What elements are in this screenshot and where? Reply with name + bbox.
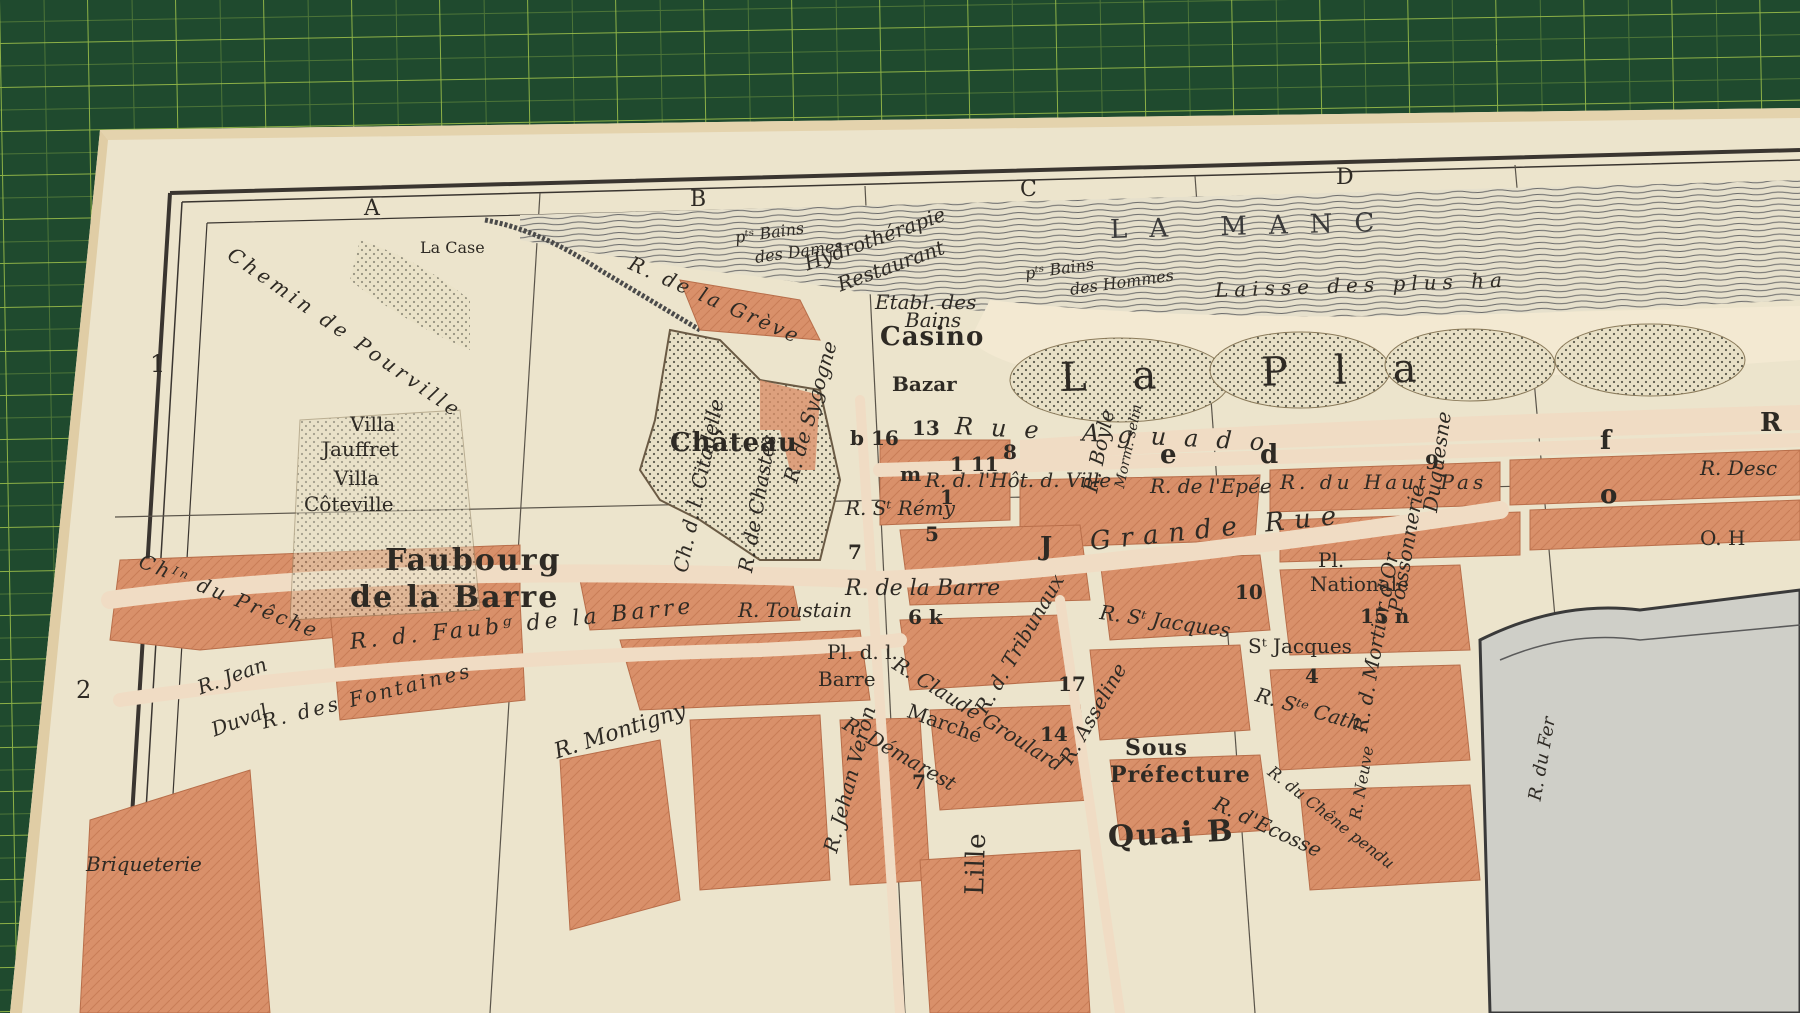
label-sous-prefecture-1: Sous: [1125, 735, 1188, 761]
grid-row-1: 1: [150, 350, 166, 378]
label-r-epee: R. de l'Epée: [1150, 474, 1272, 498]
ref-16: b 16: [850, 426, 899, 450]
label-pl-barre-2: Barre: [818, 667, 876, 691]
harbor-basin: [1478, 588, 1800, 1013]
ref-e: e: [1160, 440, 1178, 470]
ref-r: R: [1760, 408, 1783, 438]
label-bazar: Bazar: [892, 372, 957, 396]
label-briqueterie: Briqueterie: [86, 852, 202, 876]
ref-11: 1 11: [950, 452, 999, 476]
ref-13: 13: [912, 416, 940, 440]
ref-14: 14: [1040, 722, 1068, 746]
ref-8: 8: [1003, 440, 1017, 464]
label-faubourg-2: de la Barre: [350, 580, 560, 615]
grid-column-a: A: [364, 196, 381, 221]
label-sous-prefecture-2: Préfecture: [1110, 762, 1251, 788]
label-villa-jauffret-1: Villa: [350, 412, 396, 436]
ref-9: 9: [1425, 450, 1439, 474]
ref-o: o: [1600, 480, 1619, 510]
label-r-st-remy: R. Sᵗ Rémy: [845, 496, 955, 520]
ref-7b: 7: [912, 770, 926, 794]
label-villa-coteville-1: Villa: [334, 466, 380, 490]
label-r-toustain: R. Toustain: [738, 598, 852, 622]
ref-7a: 7: [848, 540, 862, 564]
ref-d: d: [1260, 440, 1280, 470]
label-villa-coteville-2: Côteville: [304, 492, 394, 516]
label-pl-nationale-1: Pl.: [1318, 548, 1345, 572]
label-lacase: La Case: [420, 238, 485, 257]
grid-column-d: D: [1336, 165, 1355, 190]
ref-15n: 15 n: [1360, 604, 1410, 628]
label-pl-barre-1: Pl. d. l.: [827, 640, 898, 664]
label-r-barre: R. de la Barre: [845, 576, 1001, 601]
ref-j: J: [1040, 532, 1054, 562]
ref-4: 4: [1305, 664, 1319, 688]
ref-1: 1: [940, 485, 954, 509]
ref-6k: 6 k: [908, 605, 943, 629]
label-st-jacques: Sᵗ Jacques: [1248, 634, 1352, 658]
ref-f: f: [1600, 426, 1613, 456]
ref-10: 10: [1235, 580, 1263, 604]
grid-column-b: B: [690, 187, 708, 212]
grid-column-c: C: [1020, 177, 1038, 202]
ref-m: m: [900, 462, 922, 486]
grid-row-2: 2: [76, 676, 92, 704]
label-casino: Casino: [880, 322, 985, 352]
label-r-desc: R. Desc: [1700, 456, 1778, 480]
ref-17: 17: [1058, 672, 1086, 696]
ref-5: 5: [925, 522, 939, 546]
label-villa-jauffret-2: Jauffret: [322, 437, 399, 461]
label-quai: Quai B: [1107, 813, 1236, 855]
label-r-haut-pas: R. du Haut Pas: [1280, 470, 1488, 494]
label-faubourg-1: Faubourg: [385, 543, 562, 578]
label-faubourg-h: O. H: [1700, 526, 1746, 550]
label-lille: Lille: [960, 831, 993, 896]
